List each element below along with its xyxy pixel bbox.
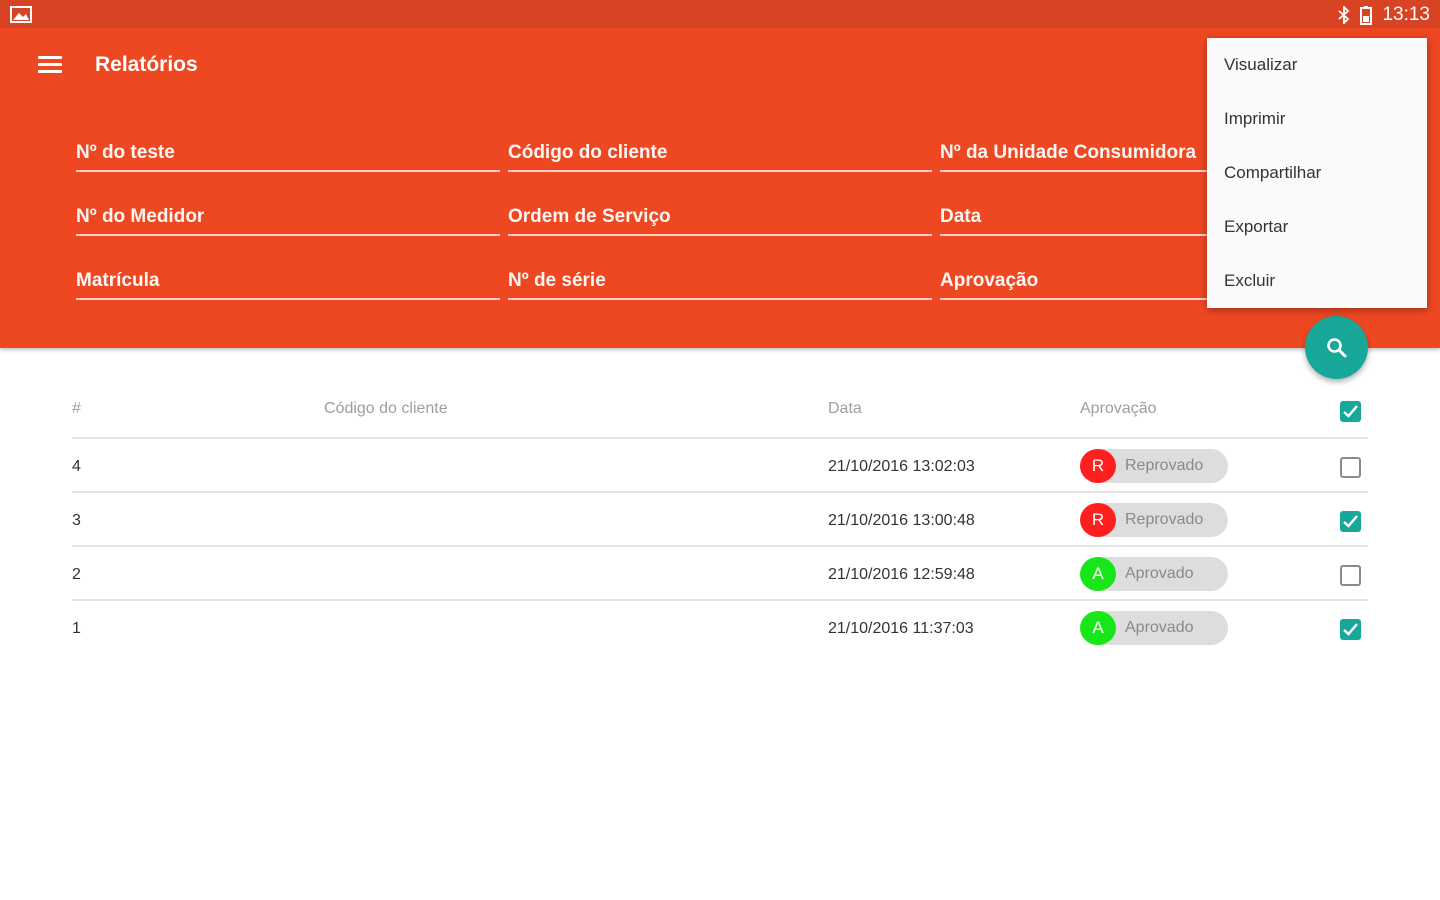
search-button[interactable] [1305, 316, 1368, 379]
table-row[interactable]: 3 21/10/2016 13:00:48 R Reprovado [72, 491, 1368, 545]
row-date: 21/10/2016 13:02:03 [828, 458, 975, 475]
column-header-date[interactable]: Data [828, 400, 862, 418]
status-avatar: R [1080, 503, 1116, 537]
row-checkbox[interactable] [1340, 511, 1361, 532]
row-checkbox[interactable] [1340, 565, 1361, 586]
status-label: Aprovado [1125, 619, 1194, 636]
client-code-field[interactable]: Código do cliente [508, 140, 932, 172]
image-icon [10, 6, 32, 23]
status-avatar: R [1080, 449, 1116, 483]
check-icon [1343, 405, 1358, 418]
table-row[interactable]: 4 21/10/2016 13:02:03 R Reprovado [72, 437, 1368, 491]
battery-icon [1360, 5, 1373, 25]
bluetooth-icon [1338, 6, 1350, 24]
row-checkbox[interactable] [1340, 457, 1361, 478]
meter-number-field[interactable]: Nº do Medidor [76, 204, 500, 236]
row-number: 3 [72, 512, 81, 529]
status-label: Reprovado [1125, 457, 1204, 474]
row-number: 2 [72, 566, 81, 583]
search-icon [1326, 337, 1346, 357]
row-date: 21/10/2016 11:37:03 [828, 620, 974, 637]
status-label: Reprovado [1125, 511, 1204, 528]
status-avatar: A [1080, 557, 1116, 591]
row-number: 1 [72, 620, 81, 637]
column-header-client-code[interactable]: Código do cliente [324, 400, 448, 418]
menu-item-delete[interactable]: Excluir [1224, 271, 1275, 301]
service-order-field[interactable]: Ordem de Serviço [508, 204, 932, 236]
menu-item-share[interactable]: Compartilhar [1224, 163, 1321, 193]
status-chip: R Reprovado [1080, 503, 1228, 537]
check-icon [1343, 623, 1358, 636]
check-icon [1343, 515, 1358, 528]
status-chip: A Aprovado [1080, 557, 1228, 591]
registration-field[interactable]: Matrícula [76, 268, 500, 300]
row-checkbox[interactable] [1340, 619, 1361, 640]
status-chip: R Reprovado [1080, 449, 1228, 483]
column-header-number: # [72, 400, 81, 417]
row-date: 21/10/2016 13:00:48 [828, 512, 975, 529]
test-number-field[interactable]: Nº do teste [76, 140, 500, 172]
table-row[interactable]: 2 21/10/2016 12:59:48 A Aprovado [72, 545, 1368, 599]
overflow-menu: Visualizar Imprimir Compartilhar Exporta… [1207, 38, 1427, 308]
table-row[interactable]: 1 21/10/2016 11:37:03 A Aprovado [72, 599, 1368, 653]
menu-item-view[interactable]: Visualizar [1224, 55, 1297, 85]
status-avatar: A [1080, 611, 1116, 645]
serial-number-field[interactable]: Nº de série [508, 268, 932, 300]
menu-item-print[interactable]: Imprimir [1224, 109, 1285, 139]
hamburger-menu-icon[interactable] [38, 56, 62, 74]
page-title: Relatórios [95, 53, 198, 76]
menu-item-export[interactable]: Exportar [1224, 217, 1288, 247]
select-all-checkbox[interactable] [1340, 401, 1361, 422]
row-number: 4 [72, 458, 81, 475]
status-chip: A Aprovado [1080, 611, 1228, 645]
status-time: 13:13 [1382, 4, 1430, 25]
status-bar: 13:13 [0, 0, 1440, 28]
status-label: Aprovado [1125, 565, 1194, 582]
column-header-approval[interactable]: Aprovação [1080, 400, 1157, 418]
row-date: 21/10/2016 12:59:48 [828, 566, 975, 583]
